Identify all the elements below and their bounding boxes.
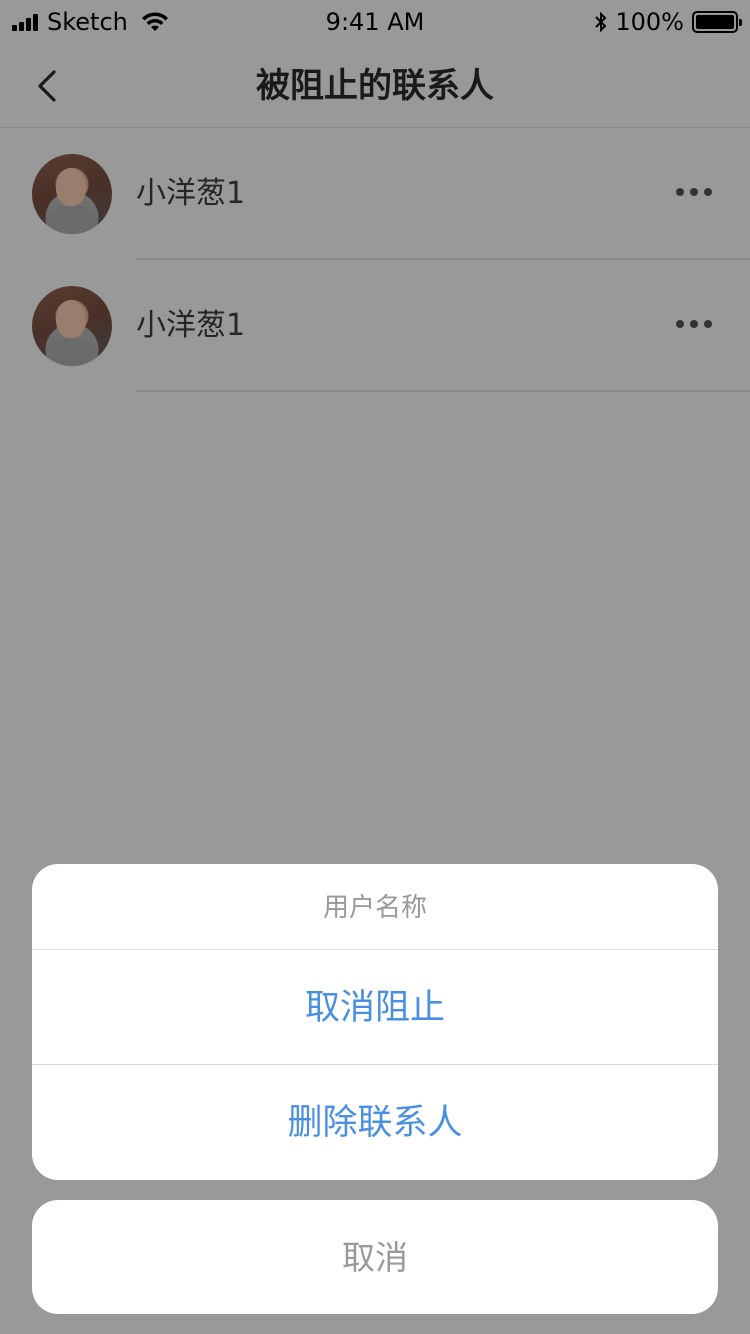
more-horizontal-icon[interactable] [676,320,712,332]
divider [136,390,750,392]
battery-percent: 100% [615,8,684,36]
cancel-button[interactable]: 取消 [32,1200,718,1314]
list-item[interactable]: 小洋葱1 [0,260,750,392]
page-title: 被阻止的联系人 [256,66,494,106]
battery-fill [696,15,734,29]
contact-list: 小洋葱1 小洋葱1 [0,128,750,392]
contact-name: 小洋葱1 [136,176,246,211]
bluetooth-icon [595,11,607,33]
delete-contact-button[interactable]: 删除联系人 [32,1065,718,1180]
blocked-contacts-screen: Sketch 9:41 AM 100% 被阻止的联系人 小洋葱1 小洋葱1 用户… [0,0,750,1334]
more-horizontal-icon[interactable] [676,188,712,200]
avatar [32,154,112,234]
contact-name: 小洋葱1 [136,308,246,343]
action-sheet: 用户名称 取消阻止 删除联系人 [32,864,718,1180]
avatar [32,286,112,366]
battery-icon [692,11,742,33]
list-item[interactable]: 小洋葱1 [0,128,750,260]
status-bar: Sketch 9:41 AM 100% [0,0,750,40]
battery-cap [739,19,742,26]
nav-bar: 被阻止的联系人 [0,40,750,128]
action-sheet-title: 用户名称 [32,864,718,950]
unblock-button[interactable]: 取消阻止 [32,950,718,1065]
status-right: 100% [593,8,742,36]
